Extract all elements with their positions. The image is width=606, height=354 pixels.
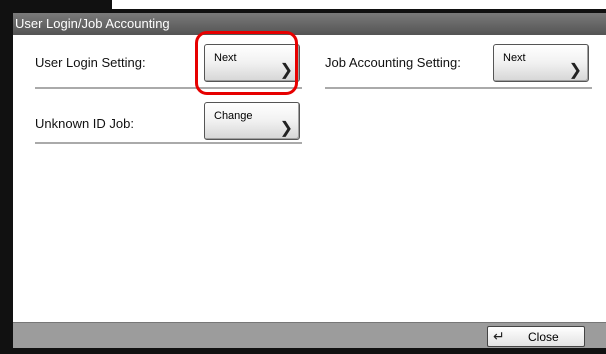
chevron-right-icon: ❯ <box>279 120 293 137</box>
top-bezel-gap <box>112 0 606 9</box>
highlight-callout <box>195 31 298 95</box>
job-accounting-divider <box>325 87 592 89</box>
unknown-id-job-change-button[interactable]: Change ❯ <box>204 102 300 140</box>
close-button[interactable]: ↵ Close <box>487 326 585 347</box>
job-accounting-next-label: Next <box>503 52 526 64</box>
chevron-right-icon: ❯ <box>568 62 582 79</box>
close-label: Close <box>528 330 559 344</box>
settings-panel: User Login Setting: Next ❯ Job Accountin… <box>13 35 606 322</box>
unknown-id-job-divider <box>35 142 302 144</box>
window-title: User Login/Job Accounting <box>15 16 170 31</box>
unknown-id-job-label: Unknown ID Job: <box>35 116 134 131</box>
unknown-id-job-change-label: Change <box>214 110 253 122</box>
bottom-bezel <box>0 348 606 354</box>
job-accounting-setting-label: Job Accounting Setting: <box>325 55 461 70</box>
job-accounting-next-button[interactable]: Next ❯ <box>493 44 589 82</box>
window-title-bar: User Login/Job Accounting <box>13 13 606 35</box>
left-bezel <box>0 0 13 354</box>
screen-frame: User Login/Job Accounting User Login Set… <box>0 0 606 354</box>
return-arrow-icon: ↵ <box>493 328 505 344</box>
user-login-setting-label: User Login Setting: <box>35 55 146 70</box>
